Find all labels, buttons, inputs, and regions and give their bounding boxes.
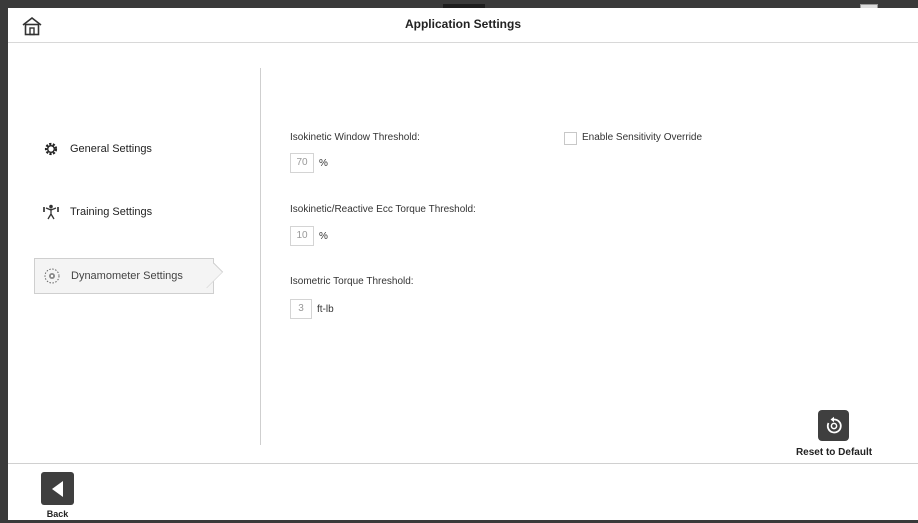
gear-icon	[42, 140, 60, 158]
reset-to-default-label: Reset to Default	[795, 447, 873, 458]
isometric-torque-label: Isometric Torque Threshold:	[290, 276, 414, 287]
sidebar-item-dynamometer-settings[interactable]: Dynamometer Settings	[34, 258, 224, 294]
sensitivity-override-label: Enable Sensitivity Override	[582, 132, 703, 143]
reactive-ecc-unit: %	[319, 231, 328, 242]
active-indicator-arrow	[197, 262, 224, 289]
isometric-torque-unit: ft-lb	[317, 304, 334, 315]
sidebar-item-general-settings[interactable]: General Settings	[34, 132, 212, 166]
isokinetic-window-input[interactable]: 70	[290, 153, 314, 173]
reset-to-default-button[interactable]	[818, 410, 849, 441]
isokinetic-window-unit: %	[319, 158, 328, 169]
sidebar-item-label: Dynamometer Settings	[71, 270, 183, 282]
reactive-ecc-label: Isokinetic/Reactive Ecc Torque Threshold…	[290, 204, 476, 215]
isometric-torque-input[interactable]: 3	[290, 299, 312, 319]
back-button[interactable]	[41, 472, 74, 505]
dynamometer-icon	[43, 267, 61, 285]
sensitivity-override-checkbox[interactable]	[564, 132, 577, 145]
isokinetic-window-label: Isokinetic Window Threshold:	[290, 132, 420, 143]
page-title: Application Settings	[404, 17, 521, 31]
app-window: Application Settings General Settings Tr…	[8, 8, 918, 520]
reset-icon	[826, 416, 842, 433]
back-arrow-icon	[51, 480, 63, 497]
back-label: Back	[46, 509, 69, 519]
exercise-figure-icon	[42, 203, 60, 221]
footer-divider	[8, 463, 918, 464]
sidebar-item-label: General Settings	[70, 143, 152, 155]
sidebar-item-label: Training Settings	[70, 206, 153, 218]
vertical-divider	[260, 68, 261, 445]
reactive-ecc-input[interactable]: 10	[290, 226, 314, 246]
header-bar: Application Settings	[8, 8, 918, 43]
sidebar-item-training-settings[interactable]: Training Settings	[34, 195, 212, 229]
